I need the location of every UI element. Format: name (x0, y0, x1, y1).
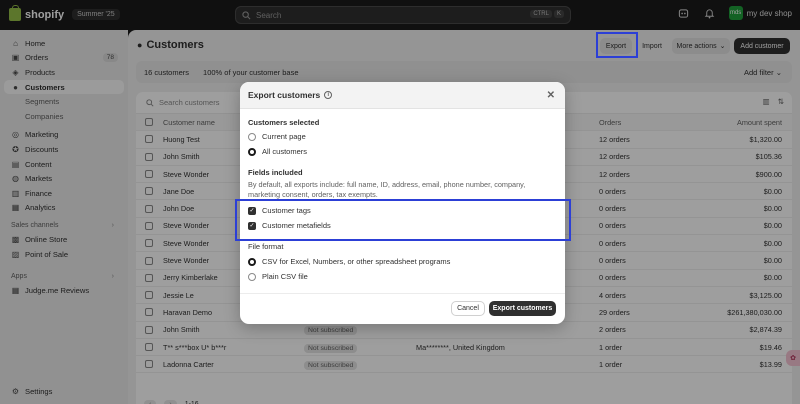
radio-label: Plain CSV file (262, 272, 308, 281)
modal-footer: Cancel Export customers (240, 293, 565, 324)
modal-title: Export customers (248, 90, 321, 100)
export-customers-button[interactable]: Export customers (489, 301, 556, 316)
file-format-label: File format (248, 242, 284, 251)
fields-included-label: Fields included (248, 168, 303, 177)
customers-selected-label: Customers selected (248, 118, 320, 127)
radio-plain-csv[interactable] (248, 272, 256, 281)
radio-label: CSV for Excel, Numbers, or other spreads… (262, 257, 451, 266)
radio-label: Current page (262, 132, 306, 141)
info-icon[interactable]: i (324, 91, 333, 99)
export-button-highlight (596, 32, 638, 58)
radio-csv-excel[interactable] (248, 257, 256, 266)
radio-all-customers[interactable] (248, 147, 256, 156)
close-icon[interactable]: ✕ (547, 90, 555, 101)
modal-header: Export customers i ✕ (240, 82, 565, 109)
all-customers-radio[interactable]: All customers (248, 147, 307, 156)
fields-checkboxes-highlight (235, 199, 571, 241)
fields-description: By default, all exports include: full na… (248, 180, 526, 199)
cancel-button[interactable]: Cancel (451, 301, 485, 316)
current-page-radio[interactable]: Current page (248, 132, 306, 141)
radio-label: All customers (262, 147, 308, 156)
csv-excel-radio[interactable]: CSV for Excel, Numbers, or other spreads… (248, 257, 450, 266)
plain-csv-radio[interactable]: Plain CSV file (248, 272, 308, 281)
radio-current-page[interactable] (248, 132, 256, 141)
